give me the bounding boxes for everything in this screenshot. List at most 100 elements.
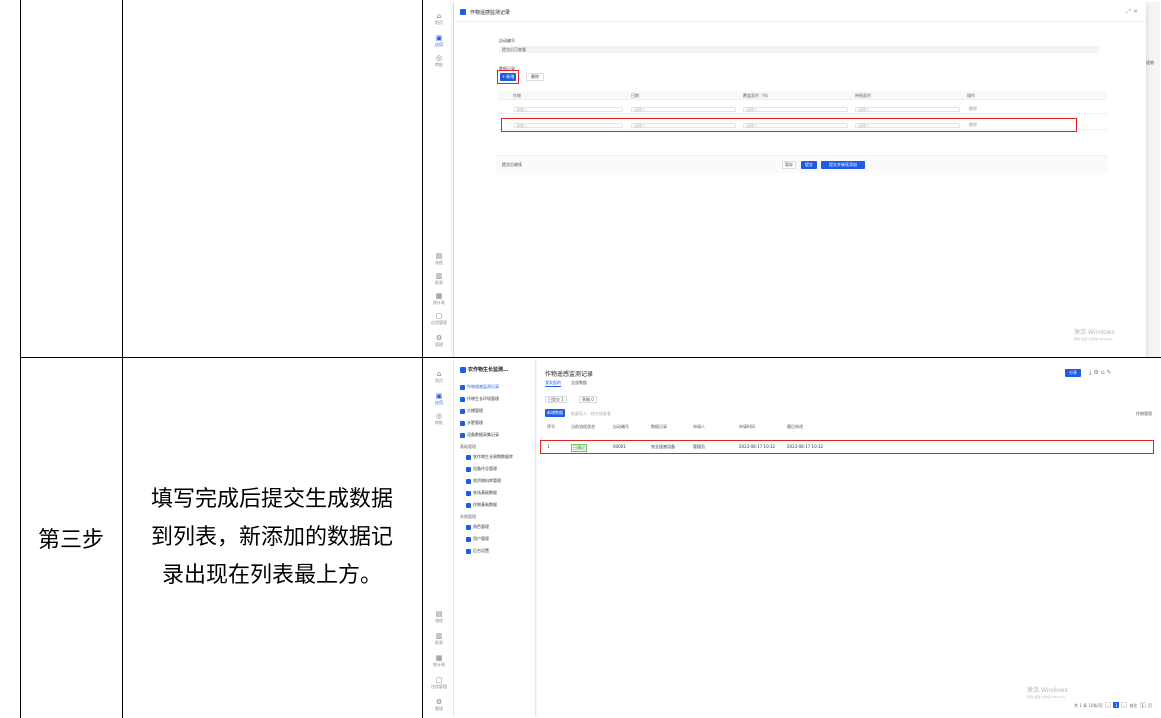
auto-number-field: 提交后可查看 xyxy=(499,46,1099,53)
pager-size-select[interactable]: 10条/页 xyxy=(1088,703,1102,708)
tree-item[interactable]: 用户管理 xyxy=(466,536,489,542)
submit-button[interactable]: 提交 xyxy=(801,161,817,169)
rail-apps[interactable]: ▣ 应用 xyxy=(424,392,454,405)
toolbar-hint: 批量导入 · 按分组查看 xyxy=(571,411,611,416)
filter-submitted[interactable]: 已提交 1 xyxy=(545,396,567,403)
watermark-title: 激活 Windows xyxy=(1074,329,1115,336)
approval-icon: ◎ xyxy=(435,412,443,420)
rail-flow-label: 流程 xyxy=(435,260,443,265)
watermark-sub: 转到"设置"以激活 Windows。 xyxy=(1027,695,1069,699)
area-input[interactable]: 请输入 xyxy=(855,107,960,112)
modal-close-icon[interactable]: ⤢ ✕ xyxy=(1126,8,1138,16)
gear-icon: ⚙ xyxy=(435,334,443,342)
rail-report[interactable]: ▥ 报表 xyxy=(424,632,454,645)
tree-item[interactable]: 后台设置 xyxy=(466,548,489,554)
pager-total: 共 1 条 xyxy=(1074,703,1088,708)
tree-group-basic[interactable]: 基础管理 xyxy=(460,444,476,450)
stats-icon: ▦ xyxy=(435,654,443,662)
rail-manage-label: 管理 xyxy=(435,706,443,711)
tree-item-label: 作物遥感监测记录 xyxy=(467,384,499,389)
pager-goto-input[interactable]: 1 xyxy=(1139,702,1146,708)
tree-item[interactable]: 作物生长环境管理 xyxy=(460,396,499,402)
rail-approval[interactable]: ◎ 审批 xyxy=(424,54,454,67)
coverage-input[interactable]: 请输入 xyxy=(743,107,848,112)
rail-flow[interactable]: ▤ 流程 xyxy=(424,610,454,623)
approval-icon: ◎ xyxy=(435,54,443,62)
right-link[interactable]: 作物管理 xyxy=(1136,411,1152,417)
rail-manage[interactable]: ⚙ 管理 xyxy=(424,334,454,347)
tree-item[interactable]: 农资物料库管理 xyxy=(466,478,501,484)
rail-app-manage[interactable]: ▢ 应用管理 xyxy=(424,312,454,325)
auto-number-label: 自动编号 xyxy=(499,38,515,43)
tree-group-system[interactable]: 系统管理 xyxy=(460,514,476,520)
draft-button[interactable]: 暂存 xyxy=(782,161,796,169)
form-icon xyxy=(466,502,471,508)
flow-icon: ▤ xyxy=(435,610,443,618)
rail-app-manage[interactable]: ▢ 应用管理 xyxy=(424,676,454,689)
rail-stats[interactable]: ▦ 统计表 xyxy=(424,654,454,667)
row-delete-link[interactable]: 删除 xyxy=(967,107,1067,112)
rail-manage[interactable]: ⚙ 管理 xyxy=(424,698,454,711)
tree-item[interactable]: 作物基础数据 xyxy=(466,502,497,508)
watermark-sub: 转到"设置"以激活 Windows。 xyxy=(1074,337,1116,341)
rail-report[interactable]: ▥ 报表 xyxy=(424,272,454,285)
tree-item-label: 设备作业管理 xyxy=(473,466,497,471)
tree-item-label: 农资物料库管理 xyxy=(473,478,501,483)
stats-icon: ▦ xyxy=(435,292,443,300)
continue-checkbox[interactable]: 提交后继续 xyxy=(502,162,522,168)
rail-apps-label: 应用 xyxy=(435,400,443,405)
form-icon xyxy=(466,524,471,530)
rail-stats[interactable]: ▦ 统计表 xyxy=(424,292,454,305)
screenshot-list-view: ⌂ 首页 ▣ 应用 ◎ 审批 ▤ 流程 ▥ 报表 ▦ 统计表 ▢ 应用管理 ⚙ 管理 农作物生长… xyxy=(424,360,1160,717)
form-icon xyxy=(460,396,465,402)
form-icon xyxy=(466,466,471,472)
apps-icon: ▣ xyxy=(435,392,443,400)
tree-item[interactable]: 水肥管理 xyxy=(460,420,483,426)
next-page-icon[interactable]: › xyxy=(1121,702,1128,708)
tree-item-label: 水肥管理 xyxy=(467,420,483,425)
screenshot-form-modal: ⌂ 首页 ▣ 应用 ◎ 审批 ▤ 流程 ▥ 报表 ▦ 统计表 ▢ 应用管理 ⚙ 管理 作物遥感 … xyxy=(424,2,1160,357)
list-table-header: 序号 当前流程状态 自动编号 数据记录 申请人 申请时间 最后修改 xyxy=(543,423,1155,431)
report-icon: ▥ xyxy=(435,632,443,640)
toolbar-icons[interactable]: ⤓ ⚙ ⌂ ✎ xyxy=(1089,369,1112,377)
share-button[interactable]: 分享 xyxy=(1065,369,1081,377)
tree-item-label: 农作物生长周期数据库 xyxy=(473,454,513,459)
tree-item[interactable]: 大棚管理 xyxy=(460,408,483,414)
filter-draft[interactable]: 草稿 0 xyxy=(579,396,597,403)
tab-all[interactable]: 全部数据 xyxy=(571,380,587,386)
windows-watermark: 激活 Windows 转到"设置"以激活 Windows。 xyxy=(1074,330,1115,342)
tree-item-label: 用户管理 xyxy=(473,536,489,541)
new-data-button[interactable]: 新增数据 xyxy=(545,409,565,417)
col-record: 数据记录 xyxy=(651,424,667,429)
rail-apps[interactable]: ▣ 应用 xyxy=(424,34,454,47)
modal-title: 作物遥感监测记录 xyxy=(470,10,511,16)
rail-report-label: 报表 xyxy=(435,280,443,285)
form-icon xyxy=(466,536,471,542)
delete-rows-button[interactable]: 删除 xyxy=(526,73,544,81)
date-input[interactable]: 请输入 xyxy=(631,107,736,112)
prev-page-icon[interactable]: ‹ xyxy=(1105,702,1112,708)
watermark-title: 激活 Windows xyxy=(1027,687,1068,694)
rail-flow-label: 流程 xyxy=(435,618,443,623)
step-description: 填写完成后提交生成数据到列表，新添加的数据记录出现在列表最上方。 xyxy=(150,487,393,588)
app-manage-icon: ▢ xyxy=(435,676,443,684)
page-current[interactable]: 1 xyxy=(1113,702,1120,708)
rail-app-manage-label: 应用管理 xyxy=(431,320,447,325)
tree-item[interactable]: 角色管理 xyxy=(466,524,489,530)
tree-item[interactable]: 农作物生长周期数据库 xyxy=(466,454,513,460)
crop-input[interactable]: 请输入 xyxy=(513,107,623,112)
rail-approval[interactable]: ◎ 审批 xyxy=(424,412,454,425)
submit-continue-button[interactable]: 提交并继续添加 xyxy=(821,161,865,169)
home-icon: ⌂ xyxy=(436,370,442,378)
tree-item[interactable]: 农场基础数据 xyxy=(466,490,497,496)
tree-item-remote-sensing[interactable]: 作物遥感监测记录 xyxy=(460,384,499,390)
tab-mine[interactable]: 我发起的 xyxy=(545,380,561,387)
tree-item[interactable]: 设备作业管理 xyxy=(466,466,497,472)
rail-home[interactable]: ⌂ 首页 xyxy=(424,12,454,25)
rail-stats-label: 统计表 xyxy=(433,662,445,667)
col-date: 日期 xyxy=(631,93,639,98)
tree-item[interactable]: 设备数据采集记录 xyxy=(460,432,499,438)
tree-item-label: 农场基础数据 xyxy=(473,490,497,495)
rail-home[interactable]: ⌂ 首页 xyxy=(424,370,454,383)
rail-flow[interactable]: ▤ 流程 xyxy=(424,252,454,265)
